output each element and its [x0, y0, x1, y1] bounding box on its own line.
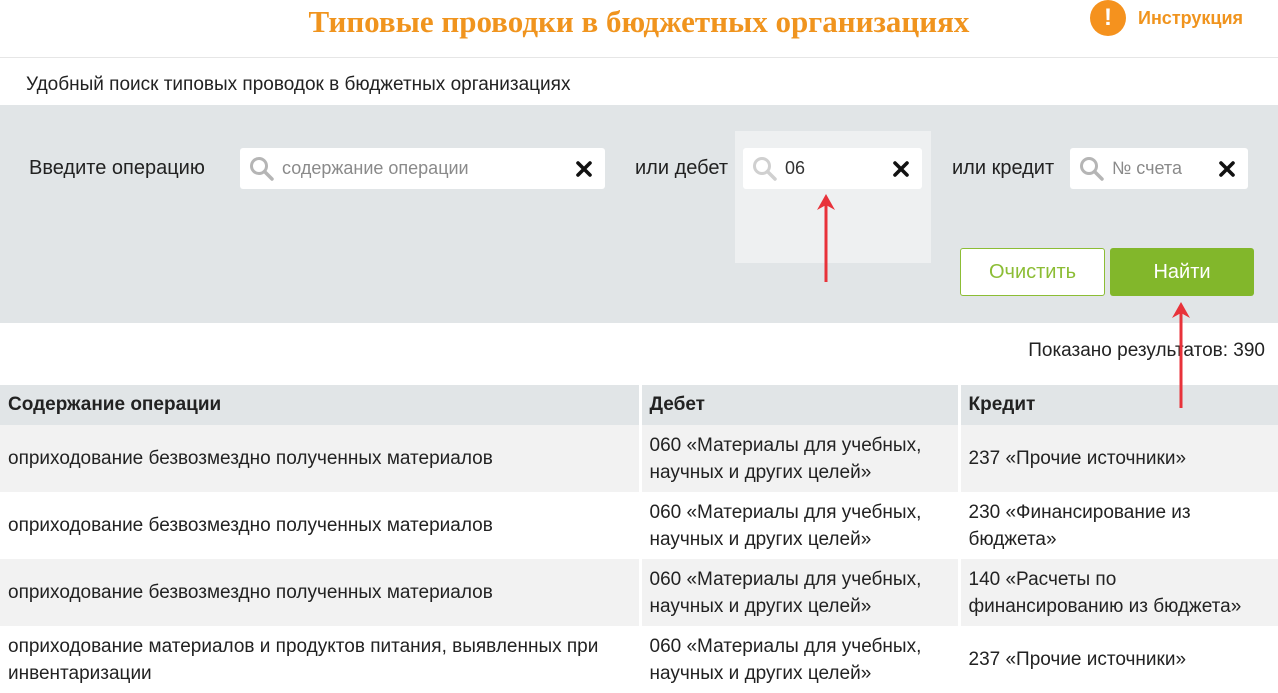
annotation-arrow: [817, 194, 835, 282]
cell-debit: 060 «Материалы для учебных, научных и др…: [640, 425, 961, 492]
cell-debit: 060 «Материалы для учебных, научных и др…: [640, 559, 961, 626]
page-subtitle: Удобный поиск типовых проводок в бюджетн…: [26, 74, 571, 95]
header-divider: [0, 57, 1278, 58]
cell-credit: 230 «Финансирование из бюджета»: [959, 492, 1278, 559]
credit-input[interactable]: № счета: [1070, 148, 1248, 189]
instruction-link[interactable]: ! Инструкция: [1090, 0, 1243, 36]
table-row: оприходование безвозмездно полученных ма…: [0, 425, 1278, 492]
table-row: оприходование материалов и продуктов пит…: [0, 626, 1278, 693]
annotation-arrow: [1172, 302, 1190, 408]
table-row: оприходование безвозмездно полученных ма…: [0, 559, 1278, 626]
search-icon: [250, 156, 274, 181]
cell-operation: оприходование материалов и продуктов пит…: [0, 626, 642, 693]
find-button[interactable]: Найти: [1110, 248, 1254, 296]
column-header-credit: Кредит: [959, 385, 1278, 425]
table-row: оприходование безвозмездно полученных ма…: [0, 492, 1278, 559]
debit-input[interactable]: 06: [743, 148, 922, 189]
debit-label: или дебет: [635, 157, 728, 179]
operation-input[interactable]: содержание операции: [240, 148, 605, 189]
cell-credit: 237 «Прочие источники»: [959, 626, 1278, 693]
cell-operation: оприходование безвозмездно полученных ма…: [0, 492, 642, 559]
cell-credit: 237 «Прочие источники»: [959, 425, 1278, 492]
results-count: Показано результатов: 390: [1028, 340, 1265, 361]
close-icon[interactable]: [573, 158, 595, 180]
cell-operation: оприходование безвозмездно полученных ма…: [0, 425, 642, 492]
clear-button[interactable]: Очистить: [960, 248, 1105, 296]
credit-placeholder: № счета: [1112, 158, 1182, 178]
column-header-debit: Дебет: [640, 385, 961, 425]
search-panel: Введите операцию содержание операции или…: [0, 105, 1278, 323]
close-icon[interactable]: [1216, 158, 1238, 180]
search-icon: [1080, 156, 1104, 181]
table-header-row: Содержание операции Дебет Кредит: [0, 385, 1278, 425]
credit-label: или кредит: [952, 157, 1055, 179]
cell-credit: 140 «Расчеты по финансированию из бюджет…: [959, 559, 1278, 626]
operation-label: Введите операцию: [29, 157, 205, 179]
cell-debit: 060 «Материалы для учебных, научных и др…: [640, 492, 961, 559]
cell-debit: 060 «Материалы для учебных, научных и др…: [640, 626, 961, 693]
debit-value: 06: [785, 158, 806, 178]
search-icon: [753, 156, 777, 181]
cell-operation: оприходование безвозмездно полученных ма…: [0, 559, 642, 626]
instruction-label: Инструкция: [1138, 7, 1244, 28]
page-title: Типовые проводки в бюджетных организация…: [308, 4, 970, 39]
close-icon[interactable]: [890, 158, 912, 180]
column-header-operation: Содержание операции: [0, 385, 642, 425]
results-table: Содержание операции Дебет Кредит оприход…: [0, 385, 1278, 693]
exclamation-icon: !: [1090, 0, 1126, 36]
operation-placeholder: содержание операции: [282, 158, 469, 178]
